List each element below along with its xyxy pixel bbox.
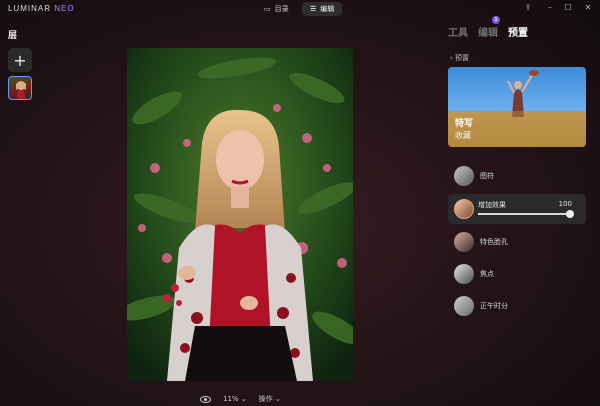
preset-item[interactable]: 焦点 <box>448 262 586 286</box>
plus-icon: + <box>13 50 27 70</box>
preset-thumbnail <box>454 264 474 284</box>
hero-title: 特写 <box>455 119 474 129</box>
edit-button[interactable]: ☰ 编辑 <box>302 2 343 16</box>
back-link[interactable]: ‹ 预置 <box>450 53 469 63</box>
folder-icon: ▭ <box>264 5 271 13</box>
main-photo[interactable] <box>127 48 353 381</box>
preset-thumbnail <box>454 199 474 219</box>
preset-thumbnail <box>454 232 474 252</box>
preset-item[interactable]: 图符 <box>448 164 586 188</box>
layer-thumbnail[interactable] <box>8 76 32 100</box>
preset-item-selected[interactable]: 增加效果 100 <box>448 194 586 224</box>
chevron-left-icon: ‹ <box>450 54 453 62</box>
layer-thumbnail-image <box>16 81 26 99</box>
preset-thumbnail <box>454 166 474 186</box>
top-bar: LUMINAR NEO ▭ 目录 ☰ 编辑 ⇪ – ☐ ✕ <box>0 0 600 18</box>
panel-tabs: 工具 编辑 1 预置 <box>448 16 528 39</box>
preset-amount-control: 增加效果 100 <box>478 198 578 220</box>
tab-presets[interactable]: 预置 <box>508 24 528 39</box>
tab-edit[interactable]: 编辑 1 <box>478 16 500 39</box>
close-icon[interactable]: ✕ <box>582 3 594 12</box>
preset-thumbnail <box>454 296 474 316</box>
minimize-icon[interactable]: – <box>544 3 556 12</box>
share-icon[interactable]: ⇪ <box>522 3 534 12</box>
portrait-image <box>127 48 353 381</box>
preset-collection-card[interactable]: 特写 收藏 <box>448 67 586 147</box>
layers-title: 层 <box>8 31 18 41</box>
preset-item[interactable]: 正午时分 <box>448 294 586 318</box>
app-logo: LUMINAR NEO <box>8 4 75 13</box>
bottom-bar: 11% ⌄ 操作 ⌄ <box>200 394 281 404</box>
eye-icon[interactable] <box>200 395 211 403</box>
amount-slider-fill <box>478 213 570 215</box>
tab-tools[interactable]: 工具 <box>448 24 468 39</box>
actions-menu[interactable]: 操作 ⌄ <box>259 394 281 404</box>
preset-item[interactable]: 特色脸孔 <box>448 230 586 254</box>
maximize-icon[interactable]: ☐ <box>562 3 574 12</box>
catalog-button[interactable]: ▭ 目录 <box>256 2 297 16</box>
amount-slider-knob[interactable] <box>566 210 574 218</box>
menu-lines-icon: ☰ <box>310 5 317 13</box>
amount-value: 100 <box>558 200 572 208</box>
amount-slider[interactable] <box>478 210 574 218</box>
hero-subtitle: 收藏 <box>455 131 471 140</box>
edit-badge: 1 <box>492 16 500 24</box>
zoom-control[interactable]: 11% ⌄ <box>223 395 247 403</box>
add-layer-button[interactable]: + <box>8 48 32 72</box>
amount-label: 增加效果 <box>478 201 506 209</box>
